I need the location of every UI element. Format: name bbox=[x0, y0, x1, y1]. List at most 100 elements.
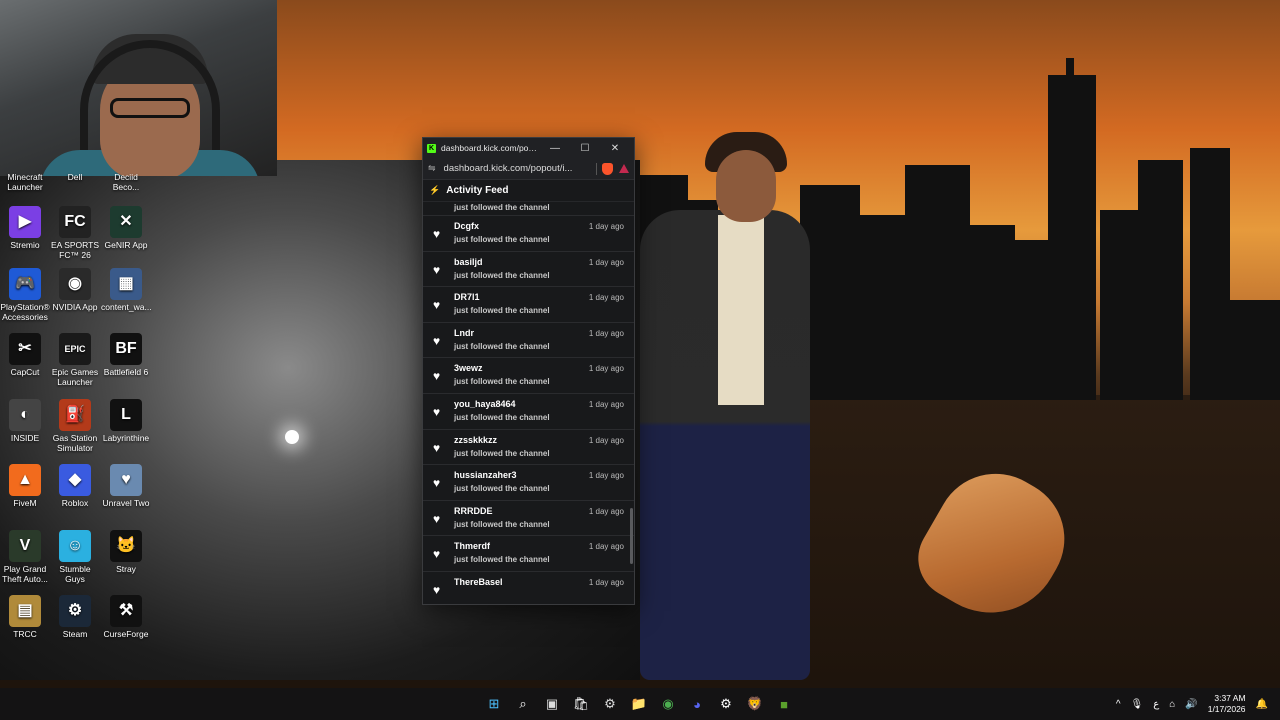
feed-item-action: just followed the channel bbox=[454, 519, 550, 529]
feed-item-timestamp: 1 day ago bbox=[588, 506, 624, 516]
feed-item[interactable]: ♥ Lndr just followed the channel 1 day ago bbox=[423, 323, 634, 359]
feed-item-action: just followed the channel bbox=[454, 306, 550, 316]
desktop-icon[interactable]: ☺ Stumble Guys bbox=[50, 530, 100, 584]
ea-fc-icon: FC bbox=[59, 206, 91, 238]
skyline-building bbox=[1138, 160, 1183, 400]
store-icon[interactable]: 🛍 bbox=[569, 692, 593, 716]
feed-item[interactable]: ♥ zzsskkkzz just followed the channel 1 day… bbox=[423, 430, 634, 466]
kick-activity-popout-window[interactable]: K dashboard.kick.com/popout... — ☐ ✕ ⇋ d… bbox=[422, 137, 635, 605]
settings-app-icon[interactable]: ⚙ bbox=[598, 692, 622, 716]
volume-icon[interactable]: 🔊 bbox=[1185, 699, 1197, 710]
feed-item-timestamp: 1 day ago bbox=[588, 471, 624, 481]
desktop-icon[interactable]: ⚙ Steam bbox=[50, 595, 100, 639]
feed-item[interactable]: ♥ you_haya8464 just followed the channel 1 … bbox=[423, 394, 634, 430]
window-title: dashboard.kick.com/popout... bbox=[441, 143, 540, 153]
desktop-icon-label: Dell bbox=[67, 172, 83, 182]
desktop-icon[interactable]: FC EA SPORTS FC™ 26 bbox=[50, 206, 100, 260]
wallpaper-figure-head bbox=[716, 150, 776, 222]
feed-item[interactable]: ♥ 3wewz just followed the channel 1 day ago bbox=[423, 358, 634, 394]
desktop-icon[interactable]: BF Battlefield 6 bbox=[101, 333, 151, 377]
desktop-icon-partial[interactable]: Deciid Beco... bbox=[101, 172, 151, 192]
desktop-icon[interactable]: ◆ Roblox bbox=[50, 464, 100, 508]
activity-feed-list[interactable]: just followed the channel ♥ Dcgfx just fol… bbox=[423, 202, 634, 604]
desktop-icon-label: CapCut bbox=[10, 367, 40, 377]
network-icon[interactable]: ⌂ bbox=[1169, 699, 1175, 710]
desktop-icon[interactable]: ▲ FiveM bbox=[0, 464, 50, 508]
desktop-icon[interactable]: EPIC Epic Games Launcher bbox=[50, 333, 100, 387]
taskbar: ⊞ ⌕ ▣ 🛍 ⚙ 📁 ◉ ◕ ⚙ 🦁 ■ ^ 🎙 ع ⌂ 🔊 3:37 AM 1/17/2026 … bbox=[0, 688, 1280, 720]
feed-item[interactable]: ♥ Dcgfx just followed the channel 1 day ago bbox=[423, 216, 634, 252]
feed-item-timestamp: 1 day ago bbox=[588, 222, 624, 231]
desktop-icon-label: Deciid Beco... bbox=[112, 172, 140, 192]
desktop-icon[interactable]: ◉ NVIDIA App bbox=[50, 268, 100, 312]
address-bar[interactable]: ⇋ dashboard.kick.com/popout/i... bbox=[423, 158, 634, 180]
skyline-building bbox=[1015, 240, 1050, 400]
discord-icon[interactable]: ◕ bbox=[685, 692, 709, 716]
feed-scrollbar[interactable] bbox=[630, 508, 633, 564]
heart-icon: ♥ bbox=[433, 298, 441, 313]
feed-item-partial: just followed the channel bbox=[423, 202, 634, 216]
microphone-icon[interactable]: 🎙 bbox=[1131, 699, 1144, 710]
desktop-icon[interactable]: 🐱 Stray bbox=[101, 530, 151, 574]
tray-chevron-icon[interactable]: ^ bbox=[1116, 699, 1121, 710]
maximize-icon[interactable]: ☐ bbox=[570, 143, 600, 154]
language-indicator[interactable]: ع bbox=[1153, 699, 1159, 710]
desktop-icon-label: Epic Games Launcher bbox=[51, 367, 99, 387]
steam-taskbar-icon[interactable]: ⚙ bbox=[714, 692, 738, 716]
desktop-icon-minecraft-launcher[interactable]: Minecraft Launcher bbox=[0, 172, 50, 192]
desktop-icon[interactable]: V Play Grand Theft Auto... bbox=[0, 530, 50, 584]
start-button[interactable]: ⊞ bbox=[482, 692, 506, 716]
feed-item-action: just followed the channel bbox=[454, 341, 550, 351]
feed-item[interactable]: ♥ ThereBasel 1 day ago bbox=[423, 572, 634, 604]
brave-shields-icon[interactable] bbox=[602, 162, 613, 175]
desktop-icon-label: PlayStation® Accessories bbox=[0, 302, 50, 322]
feed-item[interactable]: ♥ Thmerdf just followed the channel 1 day a… bbox=[423, 536, 634, 572]
notification-bell-icon[interactable]: 🔔 bbox=[1256, 699, 1268, 710]
capcut-icon: ✂ bbox=[9, 333, 41, 365]
desktop-icon[interactable]: ◐ INSIDE bbox=[0, 399, 50, 443]
desktop-icon[interactable]: ▦ content_wa... bbox=[101, 268, 152, 312]
desktop-icon[interactable]: ✂ CapCut bbox=[0, 333, 50, 377]
window-titlebar[interactable]: K dashboard.kick.com/popout... — ☐ ✕ bbox=[423, 138, 634, 158]
desktop-icon[interactable]: L Labyrinthine bbox=[101, 399, 151, 443]
desktop-icon-label: Stremio bbox=[10, 240, 40, 250]
unravel-icon: ♥ bbox=[110, 464, 142, 496]
desktop-icon[interactable]: ⛽ Gas Station Simulator bbox=[50, 399, 100, 453]
heart-icon: ♥ bbox=[433, 440, 441, 455]
system-tray: ^ 🎙 ع ⌂ 🔊 3:37 AM 1/17/2026 🔔 bbox=[1116, 688, 1268, 720]
file-explorer-icon[interactable]: 📁 bbox=[627, 692, 651, 716]
desktop-icon[interactable]: 🎮 PlayStation® Accessories bbox=[0, 268, 50, 322]
desktop-icon[interactable]: ⚒ CurseForge bbox=[101, 595, 151, 639]
feed-item[interactable]: ♥ DR7l1 just followed the channel 1 day ago bbox=[423, 287, 634, 323]
desktop-icon-label: FiveM bbox=[13, 498, 37, 508]
brave-icon[interactable]: 🦁 bbox=[743, 692, 767, 716]
skyline-building bbox=[1048, 75, 1096, 400]
desktop-icon-partial[interactable]: Dell bbox=[50, 172, 100, 182]
chrome-icon[interactable]: ◉ bbox=[656, 692, 680, 716]
desktop-icon[interactable]: ✕ GeNIR App bbox=[101, 206, 151, 250]
desktop-icon[interactable]: ▶ Stremio bbox=[0, 206, 50, 250]
task-view-icon[interactable]: ▣ bbox=[540, 692, 564, 716]
feed-item[interactable]: ♥ basiljd just followed the channel 1 day a… bbox=[423, 252, 634, 288]
inside-icon: ◐ bbox=[9, 399, 41, 431]
skyline-building bbox=[1230, 300, 1280, 400]
desktop-icon-label: Stumble Guys bbox=[59, 564, 91, 584]
brave-rewards-icon[interactable] bbox=[619, 164, 629, 173]
minecraft-icon[interactable]: ■ bbox=[772, 692, 796, 716]
feed-item[interactable]: ♥ hussianzaher3 just followed the channel 1… bbox=[423, 465, 634, 501]
url-text[interactable]: dashboard.kick.com/popout/i... bbox=[444, 163, 591, 174]
taskbar-clock[interactable]: 3:37 AM 1/17/2026 bbox=[1208, 693, 1246, 715]
feed-item-timestamp: 1 day ago bbox=[588, 328, 624, 338]
lightning-icon: ⚡ bbox=[429, 185, 441, 195]
feed-item[interactable]: ♥ RRRDDE just followed the channel 1 day ag… bbox=[423, 501, 634, 537]
skyline-building bbox=[860, 215, 905, 400]
close-icon[interactable]: ✕ bbox=[600, 143, 630, 154]
search-icon[interactable]: ⌕ bbox=[511, 692, 535, 716]
feed-item-action: just followed the channel bbox=[454, 235, 550, 244]
stray-icon: 🐱 bbox=[110, 530, 142, 562]
minimize-icon[interactable]: — bbox=[540, 143, 570, 154]
site-info-icon[interactable]: ⇋ bbox=[428, 163, 436, 174]
desktop-icon[interactable]: ♥ Unravel Two bbox=[101, 464, 151, 508]
desktop-icon[interactable]: ▤ TRCC bbox=[0, 595, 50, 639]
desktop-icon-label: Unravel Two bbox=[102, 498, 150, 508]
